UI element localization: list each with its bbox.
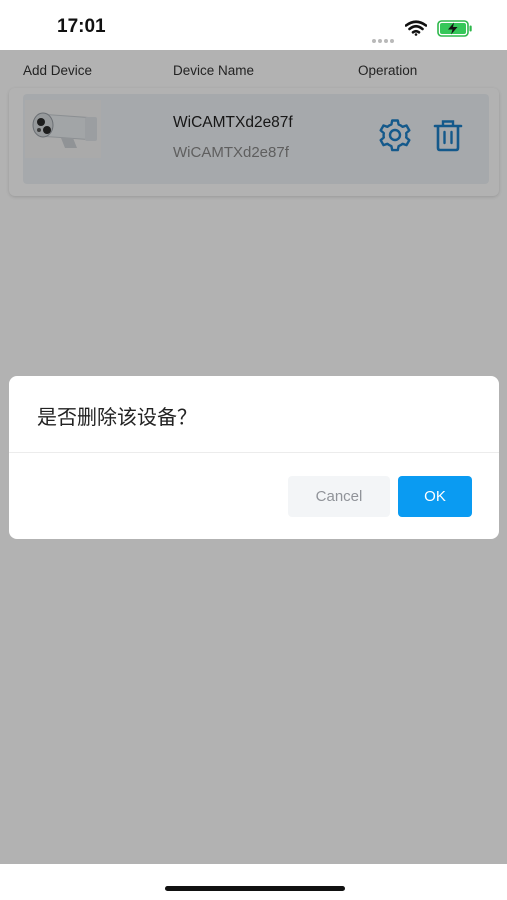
- battery-charging-icon: [437, 20, 472, 37]
- wifi-icon: [405, 20, 427, 36]
- status-time: 17:01: [57, 16, 106, 37]
- ok-button[interactable]: OK: [398, 476, 472, 517]
- bottom-bar: [0, 864, 507, 900]
- status-bar: 17:01: [0, 0, 507, 50]
- dialog-message: 是否删除该设备？: [37, 405, 197, 429]
- home-indicator[interactable]: [165, 886, 345, 891]
- delete-confirm-dialog: 是否删除该设备？ Cancel OK: [9, 376, 499, 539]
- cellular-signal-icon: [372, 30, 398, 43]
- cancel-button[interactable]: Cancel: [288, 476, 390, 517]
- dialog-divider: [9, 452, 499, 453]
